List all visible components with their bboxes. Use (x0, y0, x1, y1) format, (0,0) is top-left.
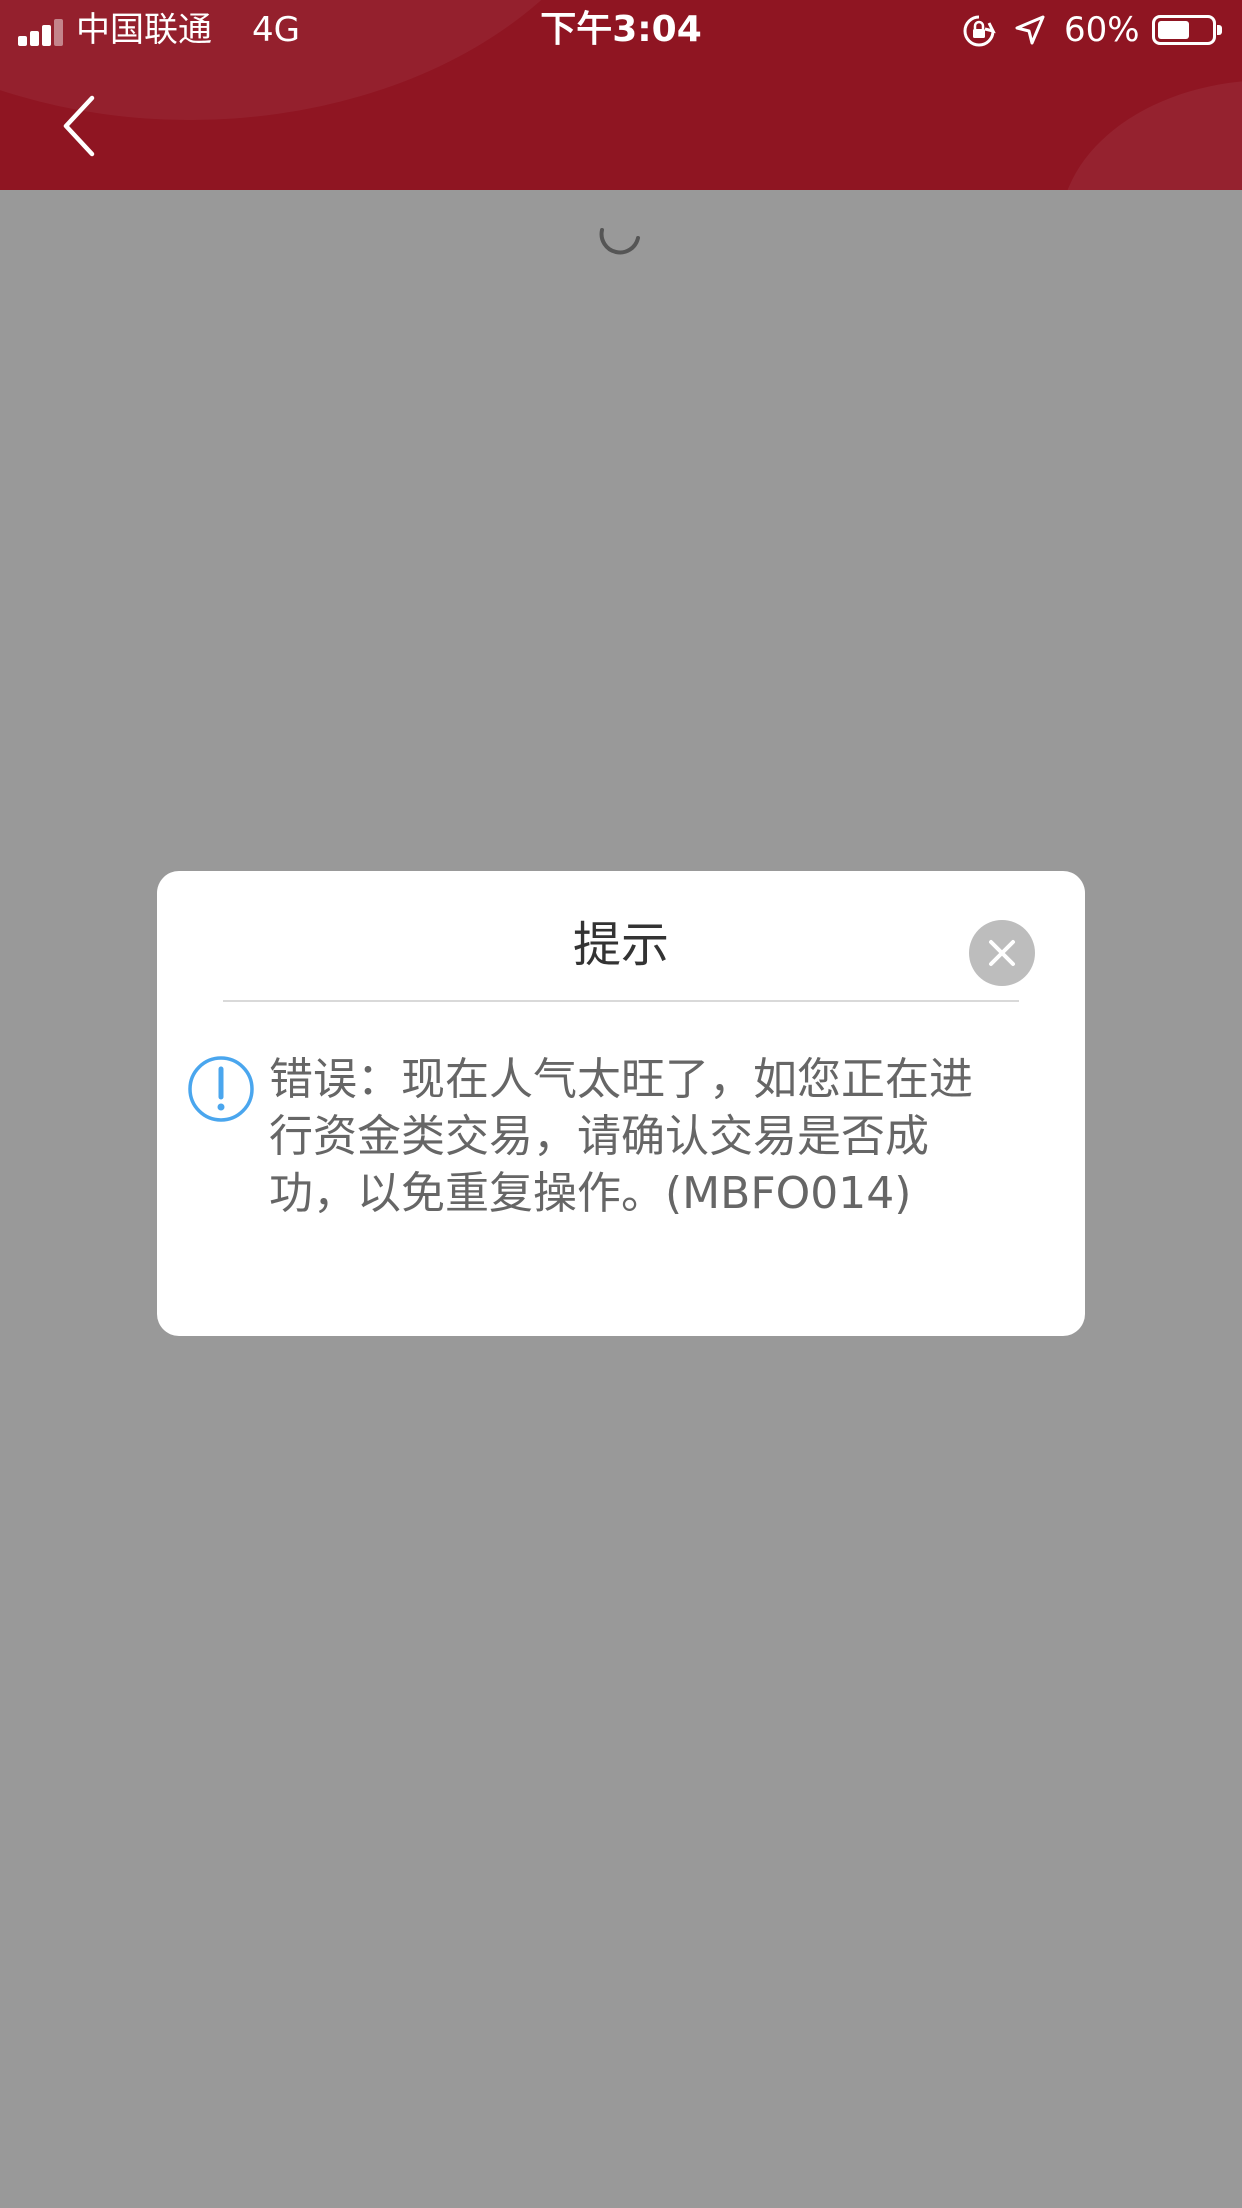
back-chevron-icon[interactable] (50, 92, 110, 160)
battery-icon (1152, 15, 1222, 45)
battery-level-fill (1158, 21, 1189, 39)
dialog-divider (223, 1000, 1019, 1002)
dialog-title: 提示 (572, 917, 669, 973)
dialog-message: 错误：现在人气太旺了，如您正在进行资金类交易，请确认交易是否成功，以免重复操作。… (269, 1054, 973, 1219)
header-bar: 中国联通 4G 下午3:04 60% (0, 0, 1242, 190)
close-icon (989, 940, 1015, 966)
location-arrow-icon (1015, 15, 1045, 45)
status-bar: 中国联通 4G 下午3:04 60% (0, 0, 1242, 60)
battery-percentage: 60% (1064, 10, 1140, 50)
orientation-lock-icon (963, 15, 996, 47)
app-screen: 中国联通 4G 下午3:04 60% 提示 错误：现在人气太旺了，如您正在进行资… (0, 0, 1242, 2208)
status-time: 下午3:04 (540, 9, 702, 50)
exclamation-circle-icon (188, 1056, 254, 1122)
header-decoration (1060, 80, 1242, 190)
alert-dialog: 提示 错误：现在人气太旺了，如您正在进行资金类交易，请确认交易是否成功，以免重复… (157, 871, 1085, 1336)
loading-spinner-icon (599, 228, 640, 255)
close-button[interactable] (969, 920, 1035, 986)
